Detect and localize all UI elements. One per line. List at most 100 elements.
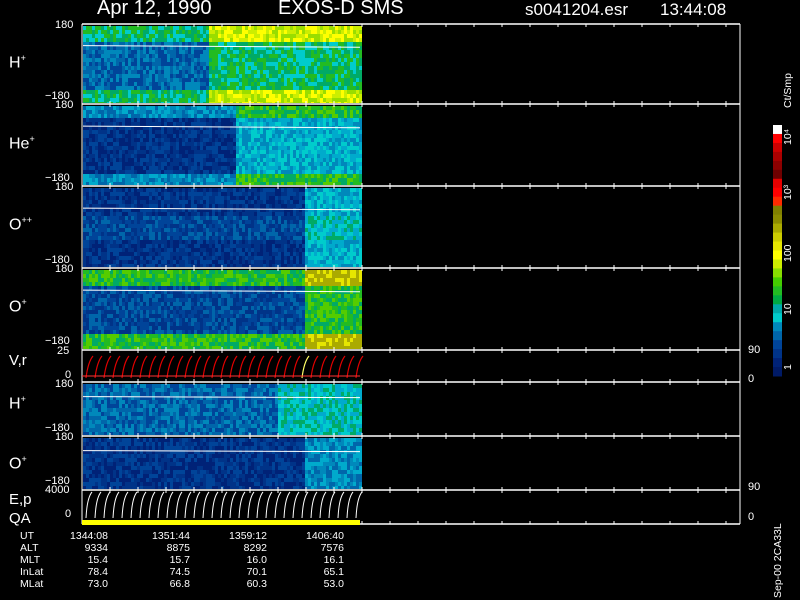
spectrogram-cell [239, 228, 242, 232]
spectrogram-cell [221, 252, 224, 256]
spectrogram-cell [185, 236, 188, 240]
spectrogram-cell [149, 138, 152, 142]
spectrogram-cell [89, 192, 92, 196]
spectrogram-cell [179, 236, 182, 240]
spectrogram-cell [194, 232, 197, 236]
spectrogram-cell [296, 82, 299, 86]
spectrogram-cell [209, 216, 212, 220]
spectrogram-cell [290, 110, 293, 114]
spectrogram-cell [227, 50, 230, 54]
spectrogram-cell [155, 66, 158, 70]
spectrogram-cell [95, 170, 98, 174]
spectrogram-cell [323, 146, 326, 150]
spectrogram-cell [212, 224, 215, 228]
spectrogram-cell [233, 224, 236, 228]
spectrogram-cell [326, 178, 329, 182]
spectrogram-cell [140, 260, 143, 264]
spectrogram-cell [350, 162, 353, 166]
spectrogram-cell [107, 212, 110, 216]
spectrogram-cell [215, 244, 218, 248]
spectrogram-cell [320, 162, 323, 166]
spectrogram-cell [122, 90, 125, 94]
spectrogram-cell [131, 58, 134, 62]
spectrogram-cell [107, 130, 110, 134]
spectrogram-cell [134, 110, 137, 114]
spectrogram-cell [308, 42, 311, 46]
spectrogram-cell [296, 146, 299, 150]
spectrogram-cell [344, 170, 347, 174]
spectrogram-cell [92, 244, 95, 248]
spectrogram-cell [311, 182, 314, 185]
spectrogram-cell [236, 256, 239, 260]
spectrogram-cell [131, 106, 134, 110]
spectrogram-cell [338, 166, 341, 170]
spectrogram-cell [293, 38, 296, 42]
spectrogram-cell [269, 130, 272, 134]
spectrogram-cell [182, 110, 185, 114]
spectrogram-cell [146, 86, 149, 90]
spectrogram-cell [149, 106, 152, 110]
spectrogram-cell [308, 122, 311, 126]
spectrogram-cell [221, 192, 224, 196]
spectrogram-cell [245, 208, 248, 212]
spectrogram-cell [314, 106, 317, 110]
spectrogram-cell [158, 110, 161, 114]
spectrogram-cell [227, 228, 230, 232]
spectrogram-cell [230, 260, 233, 264]
spectrogram-cell [353, 74, 356, 78]
spectrogram-cell [167, 166, 170, 170]
spectrogram-cell [224, 162, 227, 166]
spectrogram-cell [323, 142, 326, 146]
spectrogram-cell [227, 114, 230, 118]
spectrogram-cell [83, 110, 86, 114]
spectrogram-cell [200, 66, 203, 70]
spectrogram-cell [191, 58, 194, 62]
spectrogram-cell [257, 236, 260, 240]
spectrogram-cell [170, 182, 173, 185]
spectrogram-cell [179, 146, 182, 150]
spectrogram-cell [317, 62, 320, 66]
spectrogram-cell [200, 248, 203, 252]
spectrogram-cell [203, 134, 206, 138]
spectrogram-cell [122, 82, 125, 86]
spectrogram-cell [149, 130, 152, 134]
spectrogram-cell [197, 170, 200, 174]
spectrogram-cell [161, 30, 164, 34]
spectrogram-cell [224, 30, 227, 34]
spectrogram-cell [293, 118, 296, 122]
spectrogram-cell [167, 30, 170, 34]
spectrogram-cell [296, 78, 299, 82]
spectrogram-cell [203, 26, 206, 30]
spectrogram-cell [155, 256, 158, 260]
spectrogram-cell [107, 158, 110, 162]
spectrogram-cell [203, 174, 206, 178]
spectrogram-cell [86, 122, 89, 126]
spectrogram-cell [245, 74, 248, 78]
spectrogram-cell [89, 98, 92, 102]
spectrogram-cell [317, 166, 320, 170]
spectrogram-cell [143, 166, 146, 170]
spectrogram-cell [329, 62, 332, 66]
spectrogram-cell [236, 212, 239, 216]
spectrogram-cell [203, 216, 206, 220]
spectrogram-cell [233, 42, 236, 46]
spectrogram-cell [284, 50, 287, 54]
spectrogram-cell [137, 30, 140, 34]
spectrogram-cell [167, 154, 170, 158]
spectrogram-cell [101, 86, 104, 90]
spectrogram-cell [191, 170, 194, 174]
spectrogram-cell [161, 142, 164, 146]
spectrogram-cell [119, 54, 122, 58]
spectrogram-cell [107, 228, 110, 232]
spectrogram-cell [185, 192, 188, 196]
spectrogram-cell [254, 82, 257, 86]
spectrogram-cell [134, 82, 137, 86]
spectrogram-cell [212, 220, 215, 224]
spectrogram-cell [182, 260, 185, 264]
spectrogram-cell [146, 106, 149, 110]
spectrogram-cell [131, 122, 134, 126]
spectrogram-cell [269, 146, 272, 150]
spectrogram-cell [245, 134, 248, 138]
spectrogram-cell [215, 58, 218, 62]
spectrogram-cell [137, 94, 140, 98]
